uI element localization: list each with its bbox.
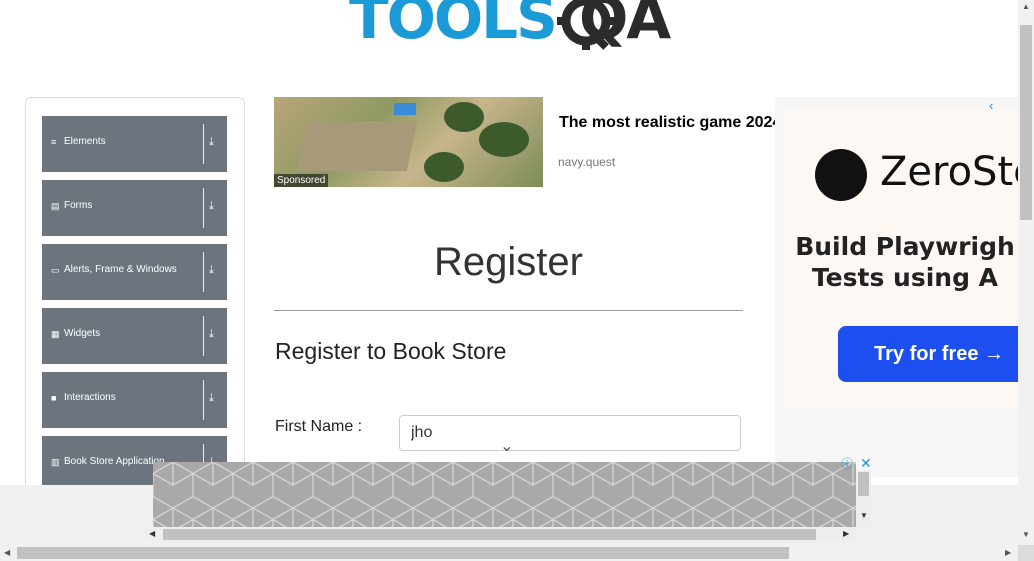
banner-vertical-scrollbar[interactable]: ▼: [856, 470, 871, 527]
first-name-input[interactable]: [399, 415, 741, 451]
cube-pattern: [153, 462, 856, 527]
side-ad-content[interactable]: ZeroSte Build Playwrigh Tests using A Tr…: [785, 109, 1018, 409]
document-icon: ▤: [51, 201, 60, 211]
flag-illustration: [394, 103, 416, 115]
scroll-right-arrow-icon[interactable]: ▶: [1005, 548, 1011, 557]
scrollbar-thumb[interactable]: [858, 472, 869, 496]
download-arrow-icon: ⤓: [209, 264, 214, 276]
ad-image[interactable]: Sponsored: [274, 97, 543, 187]
divider: [203, 124, 204, 164]
scrollbar-corner: [1018, 545, 1034, 561]
sidebar-group-label: Widgets: [64, 328, 101, 339]
sidebar-group-forms[interactable]: ▤ Forms ⤓: [42, 180, 227, 236]
zerostep-logo-icon: [815, 149, 867, 201]
form-subtitle: Register to Book Store: [275, 338, 507, 364]
side-ad[interactable]: ZeroSte Build Playwrigh Tests using A Tr…: [775, 97, 1018, 477]
ad-tagline: Build Playwrigh Tests using A: [795, 232, 1015, 292]
sidebar-group-interactions[interactable]: ■ Interactions ⤓: [42, 372, 227, 428]
download-arrow-icon: ⤓: [209, 328, 214, 340]
divider: [203, 380, 204, 420]
page-horizontal-scrollbar[interactable]: ◀ ▶: [0, 545, 1018, 561]
scroll-right-arrow-icon[interactable]: ▶: [843, 529, 849, 538]
divider: [203, 252, 204, 292]
ad-brand-name: ZeroSte: [880, 149, 1018, 195]
adchoices-icon[interactable]: ‹: [989, 98, 993, 113]
title-divider: [274, 310, 743, 311]
logo-tools-text: TOOLS: [349, 0, 558, 52]
sidebar-group-elements[interactable]: ≡ Elements ⤓: [42, 116, 227, 172]
sponsored-label: Sponsored: [274, 174, 329, 187]
sidebar-group-label: Elements: [64, 136, 106, 147]
try-for-free-button[interactable]: Try for free →: [838, 326, 1018, 382]
sidebar-group-label: Interactions: [64, 392, 116, 403]
left-sidebar: ≡ Elements ⤓ ▤ Forms ⤓ ▭ Alerts, Frame &…: [25, 97, 245, 499]
download-arrow-icon: ⤓: [209, 392, 214, 404]
download-arrow-icon: ⤓: [209, 200, 214, 212]
scrollbar-thumb[interactable]: [163, 529, 816, 540]
window-icon: ▭: [51, 265, 60, 275]
hamburger-icon: ≡: [51, 137, 57, 147]
tank-illustration: [296, 121, 418, 171]
page-vertical-scrollbar[interactable]: ▲ ▼: [1018, 0, 1034, 545]
ad-info-icon[interactable]: ⓘ: [841, 455, 853, 472]
download-arrow-icon: ⤓: [209, 136, 214, 148]
books-icon: ▥: [51, 457, 60, 467]
divider: [203, 188, 204, 228]
scrollbar-thumb[interactable]: [1020, 25, 1032, 220]
chevron-down-icon: ⌄: [500, 438, 514, 455]
first-name-label: First Name :: [275, 418, 363, 435]
logo-qa-text: QA: [579, 0, 671, 52]
sidebar-group-label: Alerts, Frame & Windows: [64, 264, 177, 275]
sidebar-group-alerts[interactable]: ▭ Alerts, Frame & Windows ⤓: [42, 244, 227, 300]
sidebar-group-label: Book Store Application: [64, 456, 165, 467]
toolsqa-logo[interactable]: TOOLS QA: [349, 0, 671, 60]
scroll-left-arrow-icon[interactable]: ◀: [4, 548, 10, 557]
sponsored-ad[interactable]: Sponsored The most realistic game 2024 m…: [274, 97, 779, 187]
divider: [203, 316, 204, 356]
scroll-down-arrow-icon[interactable]: ▼: [860, 511, 868, 520]
bottom-banner-ad[interactable]: [153, 462, 856, 527]
ad-headline[interactable]: The most realistic game 2024 mouse, play…: [559, 113, 779, 133]
page-title: Register: [434, 240, 583, 284]
scroll-down-arrow-icon[interactable]: ▼: [1022, 530, 1030, 539]
grid-icon: ▦: [51, 329, 60, 339]
sidebar-group-widgets[interactable]: ▦ Widgets ⤓: [42, 308, 227, 364]
ad-domain[interactable]: navy.quest: [558, 155, 615, 169]
scroll-left-arrow-icon[interactable]: ◀: [149, 529, 155, 538]
banner-horizontal-scrollbar[interactable]: ◀ ▶: [145, 527, 856, 542]
scrollbar-thumb[interactable]: [17, 547, 789, 559]
square-icon: ■: [51, 393, 57, 403]
scroll-up-arrow-icon[interactable]: ▲: [1022, 2, 1030, 11]
sidebar-group-label: Forms: [64, 200, 93, 211]
